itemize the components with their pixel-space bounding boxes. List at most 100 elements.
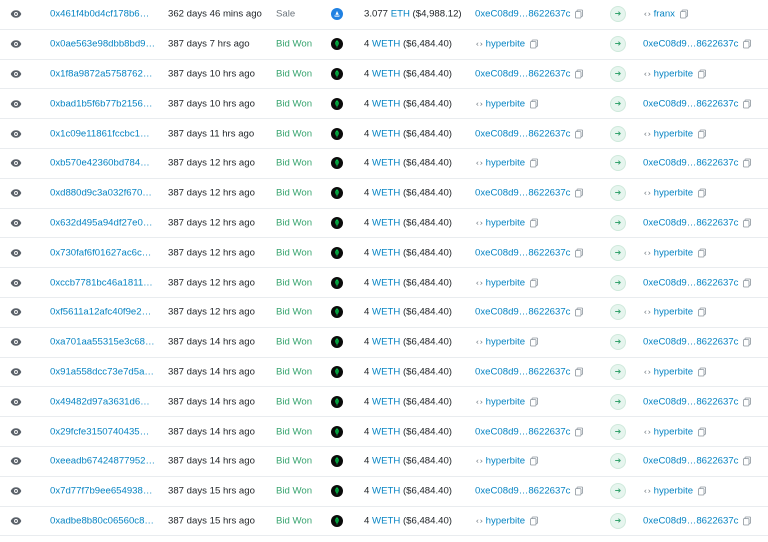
blur-icon[interactable] [331, 485, 343, 498]
view-button[interactable] [6, 243, 26, 263]
price-token-link[interactable]: WETH [372, 188, 400, 199]
txn-hash-link[interactable]: 0xa701aa55315e3c68… [50, 337, 155, 348]
view-button[interactable] [6, 481, 26, 501]
txn-hash-link[interactable]: 0xbad1b5f6b77b2156… [50, 98, 152, 109]
view-button[interactable] [6, 124, 26, 144]
address-link[interactable]: 0xeC08d9…8622637c [643, 39, 738, 50]
view-button[interactable] [6, 213, 26, 233]
address-link[interactable]: hyperbite [486, 515, 525, 526]
blur-icon[interactable] [331, 336, 343, 349]
price-token-link[interactable]: WETH [372, 98, 400, 109]
blur-icon[interactable] [331, 67, 343, 80]
address-link[interactable]: 0xeC08d9…8622637c [643, 396, 738, 407]
view-button[interactable] [6, 273, 26, 293]
txn-hash-link[interactable]: 0xf5611a12afc40f9e2… [50, 307, 151, 318]
copy-icon[interactable] [530, 99, 539, 109]
copy-icon[interactable] [575, 427, 584, 436]
copy-icon[interactable] [575, 486, 584, 496]
copy-icon[interactable] [743, 516, 752, 526]
copy-icon[interactable] [698, 427, 707, 436]
copy-icon[interactable] [530, 516, 539, 526]
view-button[interactable] [6, 392, 26, 412]
blur-icon[interactable] [331, 365, 343, 378]
address-link[interactable]: hyperbite [486, 39, 525, 50]
blur-icon[interactable] [331, 306, 343, 319]
copy-icon[interactable] [743, 397, 752, 407]
txn-hash-link[interactable]: 0x1f8a9872a5758762… [50, 68, 152, 79]
price-token-link[interactable]: WETH [372, 217, 400, 228]
address-link[interactable]: hyperbite [486, 396, 525, 407]
txn-hash-link[interactable]: 0xeeadb67424877952… [50, 456, 155, 467]
address-link[interactable]: 0xeC08d9…8622637c [475, 247, 570, 258]
blur-icon[interactable] [331, 455, 343, 468]
copy-icon[interactable] [530, 456, 539, 466]
address-link[interactable]: hyperbite [654, 128, 693, 139]
view-button[interactable] [6, 94, 26, 114]
txn-hash-link[interactable]: 0x632d495a94df27e0… [50, 217, 152, 228]
price-token-link[interactable]: WETH [372, 396, 400, 407]
copy-icon[interactable] [698, 248, 707, 258]
copy-icon[interactable] [575, 129, 584, 138]
price-token-link[interactable]: WETH [372, 158, 400, 169]
txn-hash-link[interactable]: 0x730faf6f01627ac6c… [50, 247, 151, 258]
txn-hash-link[interactable]: 0x0ae563e98dbb8bd9… [50, 39, 155, 50]
copy-icon[interactable] [575, 188, 584, 198]
txn-hash-link[interactable]: 0xd880d9c3a032f670… [50, 188, 152, 199]
copy-icon[interactable] [530, 158, 539, 168]
blur-icon[interactable] [331, 187, 343, 200]
address-link[interactable]: 0xeC08d9…8622637c [475, 68, 570, 79]
price-token-link[interactable]: WETH [372, 277, 400, 288]
txn-hash-link[interactable]: 0x49482d97a3631d6… [50, 396, 150, 407]
price-token-link[interactable]: ETH [391, 9, 410, 20]
txn-hash-link[interactable]: 0x29fcfe3150740435… [50, 426, 149, 437]
blur-icon[interactable] [331, 157, 343, 170]
copy-icon[interactable] [530, 397, 539, 407]
view-button[interactable] [6, 34, 26, 54]
view-button[interactable] [6, 332, 26, 352]
copy-icon[interactable] [698, 367, 707, 377]
price-token-link[interactable]: WETH [372, 426, 400, 437]
txn-hash-link[interactable]: 0x461f4b0d4cf178b6… [50, 9, 149, 20]
address-link[interactable]: hyperbite [654, 247, 693, 258]
address-link[interactable]: 0xeC08d9…8622637c [643, 217, 738, 228]
copy-icon[interactable] [530, 218, 539, 228]
txn-hash-link[interactable]: 0x1c09e11861fccbc1… [50, 128, 150, 139]
copy-icon[interactable] [743, 158, 752, 168]
address-link[interactable]: 0xeC08d9…8622637c [643, 456, 738, 467]
blur-icon[interactable] [331, 216, 343, 229]
blur-icon[interactable] [331, 127, 343, 140]
address-link[interactable]: franx [654, 9, 675, 20]
address-link[interactable]: 0xeC08d9…8622637c [643, 277, 738, 288]
view-button[interactable] [6, 64, 26, 84]
opensea-icon[interactable] [331, 8, 343, 21]
blur-icon[interactable] [331, 38, 343, 51]
address-link[interactable]: 0xeC08d9…8622637c [643, 515, 738, 526]
txn-hash-link[interactable]: 0x7d77f7b9ee654938… [50, 486, 152, 497]
address-link[interactable]: 0xeC08d9…8622637c [475, 426, 570, 437]
blur-icon[interactable] [331, 514, 343, 527]
view-button[interactable] [6, 451, 26, 471]
address-link[interactable]: 0xeC08d9…8622637c [475, 366, 570, 377]
address-link[interactable]: 0xeC08d9…8622637c [475, 188, 570, 199]
view-button[interactable] [6, 302, 26, 322]
blur-icon[interactable] [331, 425, 343, 438]
address-link[interactable]: hyperbite [486, 337, 525, 348]
blur-icon[interactable] [331, 395, 343, 408]
view-button[interactable] [6, 362, 26, 382]
price-token-link[interactable]: WETH [372, 39, 400, 50]
copy-icon[interactable] [698, 129, 707, 138]
view-button[interactable] [6, 511, 26, 531]
address-link[interactable]: 0xeC08d9…8622637c [475, 128, 570, 139]
view-button[interactable] [6, 153, 26, 173]
address-link[interactable]: hyperbite [654, 307, 693, 318]
view-button[interactable] [6, 422, 26, 442]
txn-hash-link[interactable]: 0xadbe8b80c06560c8… [50, 515, 154, 526]
price-token-link[interactable]: WETH [372, 515, 400, 526]
txn-hash-link[interactable]: 0xb570e42360bd784… [50, 158, 150, 169]
copy-icon[interactable] [743, 337, 752, 347]
view-button[interactable] [6, 183, 26, 203]
copy-icon[interactable] [575, 248, 584, 258]
address-link[interactable]: hyperbite [486, 456, 525, 467]
address-link[interactable]: 0xeC08d9…8622637c [643, 98, 738, 109]
copy-icon[interactable] [743, 39, 752, 49]
